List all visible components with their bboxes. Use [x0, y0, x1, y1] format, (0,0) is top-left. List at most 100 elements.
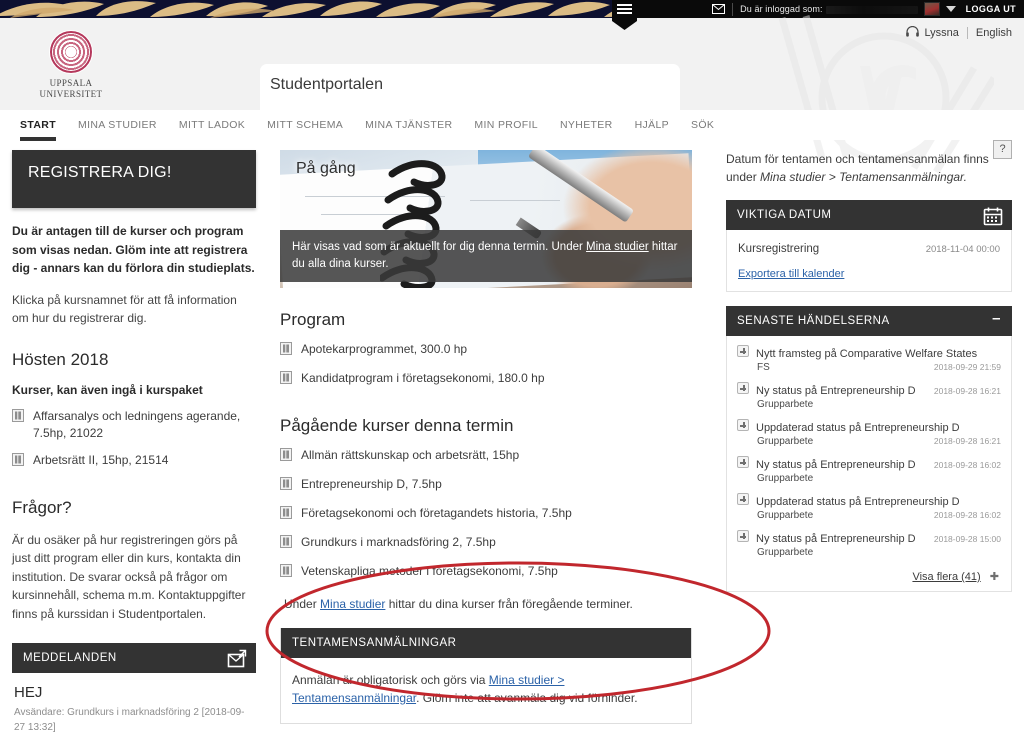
plus-icon[interactable]: ✚ — [990, 570, 999, 583]
plus-icon[interactable] — [737, 493, 749, 505]
nav-item-mina-tjanster[interactable]: MINA TJÄNSTER — [365, 110, 452, 131]
event-subtitle: Grupparbete — [757, 473, 814, 484]
program-list: Apotekarprogrammet, 300.0 hp Kandidatpro… — [280, 336, 692, 394]
message-subject[interactable]: HEJ — [14, 684, 254, 701]
list-item[interactable]: Ny status på Entrepreneurship D 2018-09-2… — [737, 377, 1001, 414]
latest-events-panel: SENASTE HÄNDELSERNA – Nytt framsteg på C… — [726, 306, 1012, 592]
plus-icon[interactable] — [737, 345, 749, 357]
plus-icon[interactable] — [737, 382, 749, 394]
site-title-tab: Studentportalen — [260, 64, 680, 110]
event-date: 2018-09-28 16:02 — [933, 460, 1001, 470]
important-dates-panel: VIKTIGA DATUM Kursregistrering 2018-11-0… — [726, 200, 1012, 292]
exam-panel-body: Anmälan är obligatorisk och görs via Min… — [281, 658, 691, 723]
list-item[interactable]: Vetenskapliga metoder i företagsekonomi,… — [280, 558, 692, 587]
listen-link[interactable]: Lyssna — [924, 27, 958, 39]
exam-text-before: Anmälan är obligatorisk och görs via — [292, 673, 489, 687]
nav-item-sok[interactable]: SÖK — [691, 110, 714, 131]
language-link[interactable]: English — [976, 27, 1012, 39]
event-title: Uppdaterad status på Entrepreneurship D — [756, 496, 960, 508]
questions-text: Är du osäker på hur registreringen görs … — [12, 532, 246, 621]
exam-dates-intro: Datum för tentamen och tentamensanmälan … — [726, 150, 1012, 186]
list-item[interactable]: Kandidatprogram i företagsekonomi, 180.0… — [280, 365, 692, 394]
avatar[interactable] — [923, 2, 940, 16]
site-header: UPPSALA UNIVERSITET Studentportalen Lyss… — [0, 15, 1024, 174]
exam-panel-header: TENTAMENSANMÄLNINGAR — [281, 628, 691, 658]
list-item[interactable]: Entrepreneurship D, 7.5hp — [280, 471, 692, 500]
banner-text-before: Här visas vad som är aktuellt for dig de… — [292, 241, 587, 253]
chevron-down-icon[interactable] — [945, 6, 956, 12]
content-columns: REGISTRERA DIG! Du är antagen till de ku… — [0, 140, 1024, 733]
mina-studier-link[interactable]: Mina studier — [320, 597, 385, 611]
main-navigation: START MINA STUDIER MITT LADOK MITT SCHEM… — [0, 110, 1024, 141]
list-item[interactable]: Grundkurs i marknadsföring 2, 7.5hp — [280, 529, 692, 558]
plus-icon[interactable] — [737, 456, 749, 468]
nav-item-hjalp[interactable]: HJÄLP — [635, 110, 669, 131]
list-item[interactable]: Apotekarprogrammet, 300.0 hp — [280, 336, 692, 365]
program-label: Apotekarprogrammet, 300.0 hp — [301, 342, 468, 356]
nav-item-mina-studier[interactable]: MINA STUDIER — [78, 110, 157, 131]
nav-item-start[interactable]: START — [20, 110, 56, 141]
course-label: Grundkurs i marknadsföring 2, 7.5hp — [301, 535, 496, 549]
course-label: Vetenskapliga metoder i företagsekonomi,… — [301, 564, 558, 578]
list-item[interactable]: Affarsanalys och ledningens agerande, 7.… — [12, 403, 256, 447]
nav-item-mitt-schema[interactable]: MITT SCHEMA — [267, 110, 343, 131]
mina-studier-link[interactable]: Mina studier — [586, 241, 649, 253]
courses-subheading: Kurser, kan även ingå i kurspaket — [12, 382, 203, 397]
account-bar: Du är inloggad som: LOGGA UT — [619, 0, 1024, 18]
date-value: 2018-11-04 00:00 — [925, 244, 1000, 255]
nav-item-nyheter[interactable]: NYHETER — [560, 110, 613, 131]
university-seal-icon — [49, 30, 93, 74]
page-title: Studentportalen — [270, 76, 383, 93]
document-icon — [280, 477, 292, 495]
list-item[interactable]: Ny status på Entrepreneurship D 2018-09-2… — [737, 451, 1001, 488]
course-label: Arbetsrätt II, 15hp, 21514 — [33, 452, 169, 467]
message-box-icon[interactable] — [226, 648, 248, 673]
plus-icon[interactable] — [737, 419, 749, 431]
help-button[interactable]: ? — [993, 140, 1012, 159]
logged-in-label: Du är inloggad som: — [740, 4, 918, 14]
register-banner-title: REGISTRERA DIG! — [28, 164, 172, 181]
show-more-link[interactable]: Visa flera (41) — [912, 571, 980, 583]
current-courses-heading: Pågående kurser denna termin — [280, 416, 514, 435]
list-item[interactable]: Uppdaterad status på Entrepreneurship D … — [737, 414, 1001, 451]
headphones-icon — [906, 25, 920, 40]
event-title: Ny status på Entrepreneurship D — [756, 385, 916, 397]
logo-line-1: UPPSALA — [49, 78, 93, 88]
message-meta: Avsändare: Grundkurs i marknadsföring 2 … — [14, 707, 245, 733]
event-subtitle: Grupparbete — [757, 547, 814, 558]
envelope-icon[interactable] — [712, 4, 726, 14]
right-column: ? Datum för tentamen och tentamensanmäla… — [726, 140, 1012, 592]
calendar-icon[interactable] — [982, 205, 1004, 230]
document-icon — [280, 371, 292, 389]
date-label: Kursregistrering — [738, 243, 820, 255]
current-courses-list: Allmän rättskunskap och arbetsrätt, 15hp… — [280, 442, 692, 587]
course-label: Företagsekonomi och företagandets histor… — [301, 506, 572, 520]
list-item[interactable]: Allmän rättskunskap och arbetsrätt, 15hp — [280, 442, 692, 471]
minus-icon[interactable]: – — [992, 311, 1001, 326]
list-item[interactable]: Företagsekonomi och företagandets histor… — [280, 500, 692, 529]
under-text-after: hittar du dina kurser från föregående te… — [385, 597, 633, 611]
messages-panel: MEDDELANDEN HEJ Avsändare: Grundkurs i m… — [12, 643, 256, 735]
university-logo[interactable]: UPPSALA UNIVERSITET — [37, 30, 105, 100]
list-item[interactable]: Uppdaterad status på Entrepreneurship D … — [737, 488, 1001, 525]
program-label: Kandidatprogram i företagsekonomi, 180.0… — [301, 371, 545, 385]
event-subtitle: FS — [757, 362, 770, 373]
logout-button[interactable]: LOGGA UT — [966, 4, 1016, 14]
latest-events-rows: Nytt framsteg på Comparative Welfare Sta… — [726, 336, 1012, 592]
event-title: Uppdaterad status på Entrepreneurship D — [756, 422, 960, 434]
course-label: Entrepreneurship D, 7.5hp — [301, 477, 442, 491]
document-icon — [280, 448, 292, 466]
nav-item-mitt-ladok[interactable]: MITT LADOK — [179, 110, 245, 131]
document-icon — [280, 342, 292, 360]
export-calendar-link[interactable]: Exportera till kalender — [738, 268, 844, 280]
intro-emphasis: Mina studier > Tentamensanmälningar. — [760, 170, 967, 184]
register-banner: REGISTRERA DIG! — [12, 150, 256, 208]
under-text-before: Under — [284, 597, 321, 611]
show-more-row: Visa flera (41) ✚ — [737, 562, 1001, 583]
list-item[interactable]: Ny status på Entrepreneurship D 2018-09-2… — [737, 525, 1001, 562]
plus-icon[interactable] — [737, 530, 749, 542]
list-item[interactable]: Arbetsrätt II, 15hp, 21514 — [12, 447, 256, 476]
pagang-banner: På gång Här visas vad som är aktuellt fo… — [280, 150, 692, 288]
list-item[interactable]: Nytt framsteg på Comparative Welfare Sta… — [737, 340, 1001, 377]
nav-item-min-profil[interactable]: MIN PROFIL — [474, 110, 538, 131]
